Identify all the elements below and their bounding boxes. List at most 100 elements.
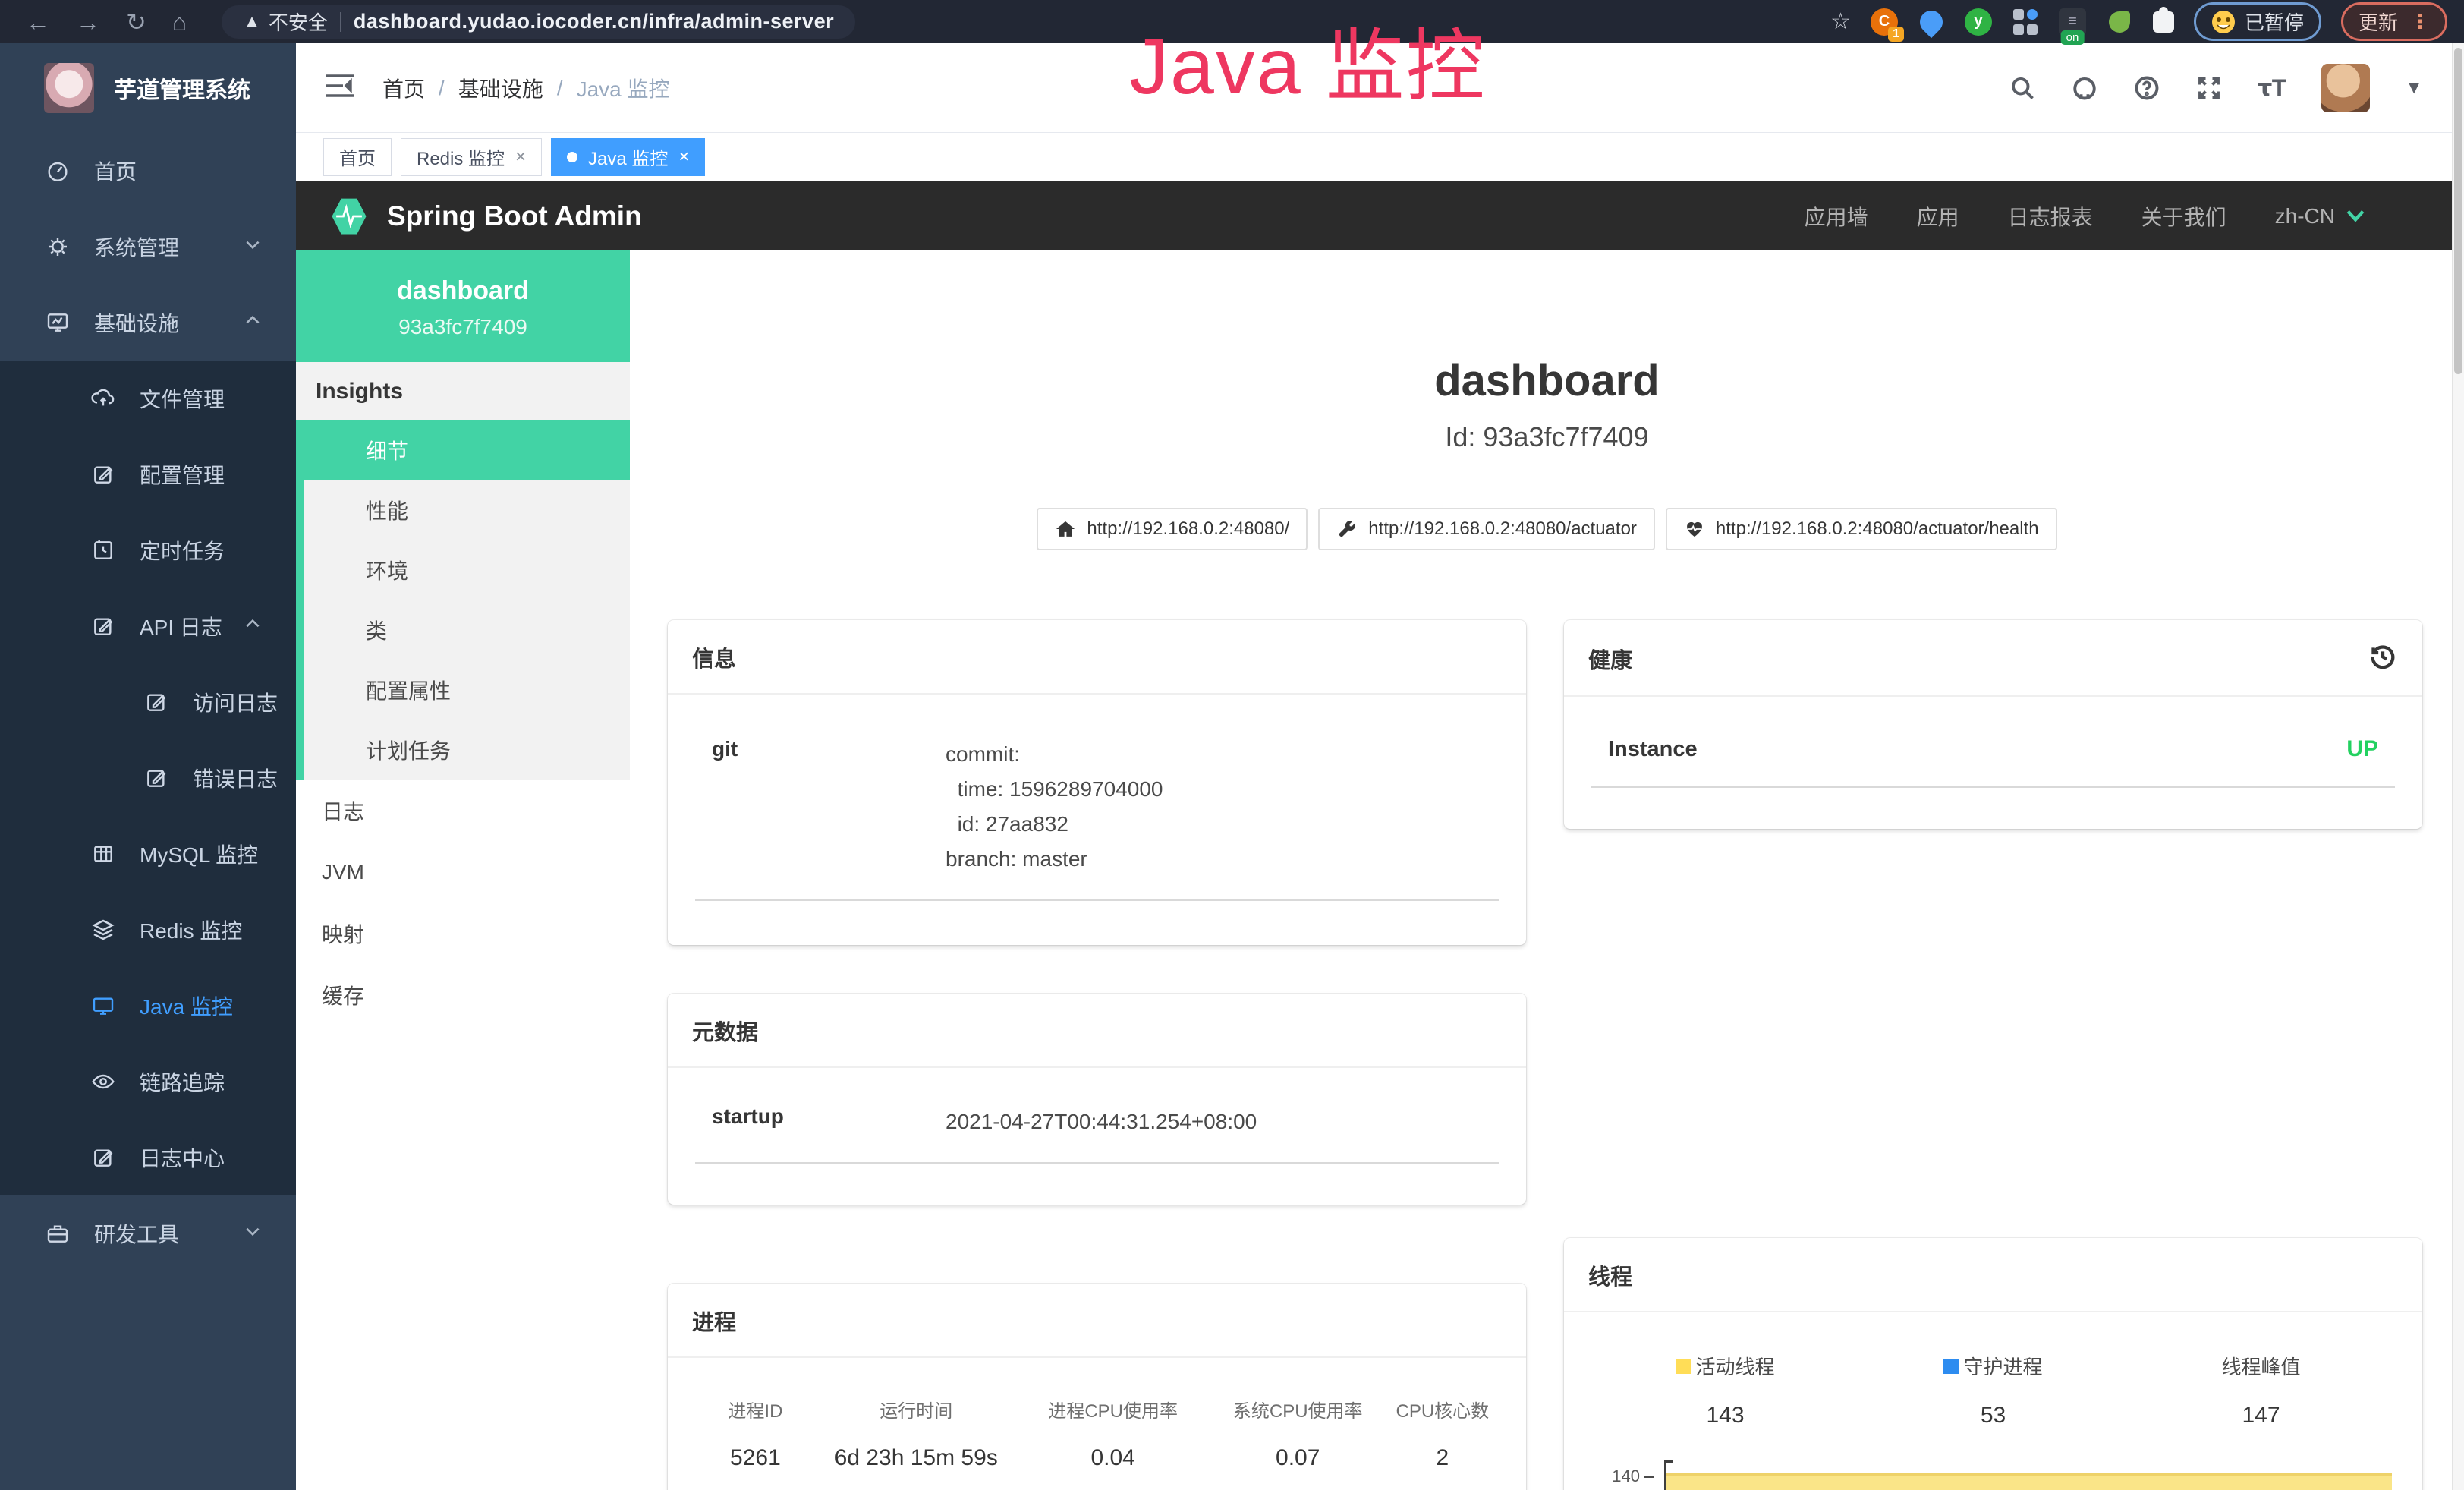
instance-links: http://192.168.0.2:48080/ http://192.168… bbox=[630, 508, 2464, 550]
bookmark-star-icon[interactable]: ☆ bbox=[1830, 8, 1851, 35]
sidebar-item-access-logs[interactable]: 访问日志 bbox=[0, 664, 296, 740]
breadcrumb-current: Java 监控 bbox=[577, 73, 670, 103]
sidebar-item-home[interactable]: 首页 bbox=[0, 133, 296, 209]
sba-nav-about[interactable]: 关于我们 bbox=[2141, 201, 2226, 232]
extension-icon-grid[interactable] bbox=[2012, 8, 2039, 36]
page-scrollbar[interactable] bbox=[2452, 43, 2464, 1490]
paused-profile-chip[interactable]: 已暂停 bbox=[2194, 2, 2321, 41]
sba-nav-journal[interactable]: 日志报表 bbox=[2008, 201, 2093, 232]
address-bar[interactable]: ▲ 不安全 dashboard.yudao.iocoder.cn/infra/a… bbox=[222, 5, 855, 39]
fullscreen-icon[interactable] bbox=[2195, 74, 2223, 102]
sidebar-item-file-manage[interactable]: 文件管理 bbox=[0, 361, 296, 436]
home-icon[interactable]: ⌂ bbox=[172, 10, 187, 34]
github-icon[interactable] bbox=[2071, 74, 2098, 102]
briefcase-icon bbox=[46, 1221, 70, 1246]
sidebar-item-system-manage[interactable]: 系统管理 bbox=[0, 209, 296, 285]
service-url-chip[interactable]: http://192.168.0.2:48080/ bbox=[1037, 508, 1308, 550]
sba-item-jvm[interactable]: JVM bbox=[296, 841, 630, 903]
sidebar-item-api-logs[interactable]: API 日志 bbox=[0, 588, 296, 664]
sidebar-item-tracing[interactable]: 链路追踪 bbox=[0, 1044, 296, 1120]
history-icon[interactable] bbox=[2368, 641, 2398, 676]
cloud-upload-icon bbox=[91, 386, 115, 411]
sba-nav-applications[interactable]: 应用 bbox=[1917, 201, 1959, 232]
not-secure-warning-icon: ▲ bbox=[243, 11, 261, 33]
sba-item-environment[interactable]: 环境 bbox=[304, 540, 630, 600]
url-text[interactable]: dashboard.yudao.iocoder.cn/infra/admin-s… bbox=[354, 10, 834, 33]
breadcrumb-home[interactable]: 首页 bbox=[382, 73, 425, 103]
sidebar-item-java-monitor[interactable]: Java 监控 bbox=[0, 968, 296, 1044]
sba-item-details[interactable]: 细节 bbox=[304, 420, 630, 480]
browser-menu-icon[interactable]: ⋮ bbox=[2410, 10, 2430, 33]
sidebar-item-redis-monitor[interactable]: Redis 监控 bbox=[0, 892, 296, 968]
sba-brand[interactable]: Spring Boot Admin bbox=[326, 192, 642, 241]
sidebar-item-scheduled-jobs[interactable]: 定时任务 bbox=[0, 512, 296, 588]
extension-icon-pin[interactable] bbox=[1918, 8, 1945, 36]
forward-icon[interactable]: → bbox=[76, 10, 100, 34]
monitor-icon bbox=[46, 310, 70, 335]
sba-item-mappings[interactable]: 映射 bbox=[296, 903, 630, 964]
sidebar-item-infrastructure[interactable]: 基础设施 bbox=[0, 285, 296, 361]
extension-icon-leaf[interactable] bbox=[2106, 8, 2133, 36]
health-url-chip[interactable]: http://192.168.0.2:48080/actuator/health bbox=[1666, 508, 2057, 550]
sba-sidebar: dashboard 93a3fc7f7409 Insights 细节 性能 环境… bbox=[296, 250, 630, 1490]
app-logo-row[interactable]: 芋道管理系统 bbox=[0, 43, 296, 133]
legend-live-threads: 活动线程 bbox=[1591, 1352, 1859, 1380]
eye-icon bbox=[91, 1069, 115, 1094]
search-icon[interactable] bbox=[2009, 74, 2036, 102]
not-secure-label[interactable]: 不安全 bbox=[269, 8, 328, 36]
extension-icon-orange[interactable]: C1 bbox=[1871, 8, 1898, 36]
sba-item-classes[interactable]: 类 bbox=[304, 600, 630, 660]
git-value: commit: time: 1596289704000 id: 27aa832b… bbox=[946, 737, 1163, 877]
sidebar-item-mysql-monitor[interactable]: MySQL 监控 bbox=[0, 816, 296, 892]
extension-icon-y[interactable]: y bbox=[1965, 8, 1992, 36]
chart-plot-area bbox=[1664, 1460, 2392, 1490]
sba-item-scheduled-tasks[interactable]: 计划任务 bbox=[304, 720, 630, 780]
process-card-title: 进程 bbox=[692, 1305, 736, 1337]
sidebar-toggle-icon[interactable] bbox=[325, 73, 355, 102]
tab-java-monitor[interactable]: Java 监控 × bbox=[551, 138, 705, 176]
sba-nav-wallboard[interactable]: 应用墙 bbox=[1805, 201, 1868, 232]
sba-instance-header[interactable]: dashboard 93a3fc7f7409 bbox=[296, 250, 630, 362]
breadcrumb-infrastructure[interactable]: 基础设施 bbox=[458, 73, 543, 103]
sba-item-metrics[interactable]: 性能 bbox=[304, 480, 630, 540]
user-avatar[interactable] bbox=[2321, 64, 2370, 112]
sidebar-item-error-logs[interactable]: 错误日志 bbox=[0, 740, 296, 816]
app-sidebar: 芋道管理系统 首页 系统管理 基础设施 bbox=[0, 43, 296, 1490]
sidebar-item-dev-tools[interactable]: 研发工具 bbox=[0, 1195, 296, 1271]
close-icon[interactable]: × bbox=[515, 146, 526, 168]
actuator-url-chip[interactable]: http://192.168.0.2:48080/actuator bbox=[1318, 508, 1655, 550]
breadcrumb: 首页 / 基础设施 / Java 监控 bbox=[382, 73, 670, 103]
sba-item-logs[interactable]: 日志 bbox=[296, 780, 630, 841]
tab-redis-monitor[interactable]: Redis 监控 × bbox=[401, 138, 542, 176]
sba-item-config-props[interactable]: 配置属性 bbox=[304, 660, 630, 720]
chevron-down-icon bbox=[243, 235, 263, 260]
tab-home[interactable]: 首页 bbox=[323, 138, 392, 176]
threads-card: 线程 活动线程 bbox=[1564, 1238, 2422, 1490]
sidebar-item-log-center[interactable]: 日志中心 bbox=[0, 1120, 296, 1195]
reload-icon[interactable]: ↻ bbox=[126, 10, 146, 34]
sidebar-item-config-manage[interactable]: 配置管理 bbox=[0, 436, 296, 512]
process-col-sys-cpu: 系统CPU使用率 bbox=[1210, 1396, 1386, 1422]
extensions-puzzle-icon[interactable] bbox=[2153, 11, 2174, 33]
chart-y-axis: 140 120 100 bbox=[1591, 1460, 1664, 1490]
process-val-uptime: 6d 23h 15m 59s bbox=[816, 1445, 1017, 1471]
close-icon[interactable]: × bbox=[678, 146, 689, 168]
scrollbar-thumb[interactable] bbox=[2454, 48, 2462, 374]
health-card-title: 健康 bbox=[1588, 643, 1632, 675]
sba-instance-name: dashboard bbox=[304, 276, 622, 306]
process-col-uptime: 运行时间 bbox=[816, 1396, 1017, 1422]
dashboard-icon bbox=[46, 159, 70, 183]
back-icon[interactable]: ← bbox=[26, 10, 50, 34]
address-divider bbox=[340, 12, 341, 32]
sba-item-caches[interactable]: 缓存 bbox=[296, 964, 630, 1025]
spring-boot-admin-logo-icon bbox=[326, 192, 372, 241]
extension-badge-count: 1 bbox=[1888, 27, 1904, 42]
font-size-icon[interactable]: ꚍT bbox=[2258, 74, 2286, 102]
sba-locale-select[interactable]: zh-CN bbox=[2275, 204, 2365, 228]
user-menu-caret-icon[interactable]: ▼ bbox=[2405, 77, 2423, 99]
chrome-update-button[interactable]: 更新 ⋮ bbox=[2341, 2, 2447, 41]
help-icon[interactable] bbox=[2133, 74, 2160, 102]
timer-icon bbox=[91, 538, 115, 562]
gear-icon bbox=[46, 235, 70, 259]
extension-icon-switch[interactable]: ≡on bbox=[2059, 8, 2086, 36]
